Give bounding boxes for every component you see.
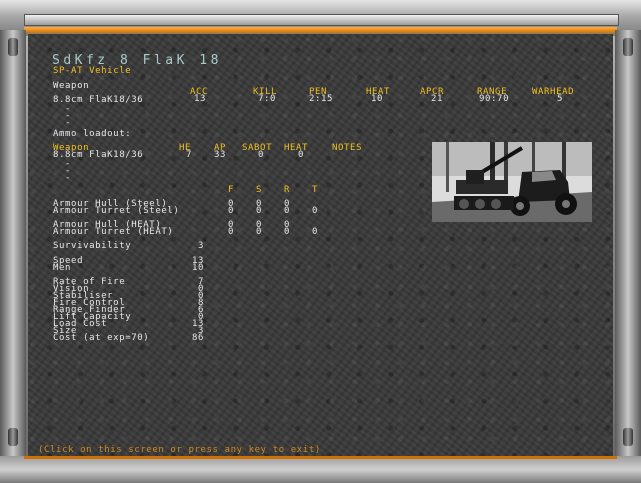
weapon-kill: 7:0 bbox=[258, 94, 277, 104]
men-label: Men bbox=[53, 263, 72, 273]
armour-value: 0 bbox=[228, 206, 235, 216]
weapon-slot-empty: - bbox=[65, 118, 72, 128]
armour-row-label: Armour Turret (HEAT) bbox=[53, 227, 174, 237]
rivet-icon bbox=[8, 38, 18, 56]
survivability-value: 3 bbox=[197, 241, 204, 251]
armour-col-side: S bbox=[256, 185, 263, 195]
top-accent-stripe bbox=[24, 27, 617, 33]
armour-value: 0 bbox=[284, 227, 291, 237]
right-rail bbox=[615, 30, 641, 458]
armour-col-front: F bbox=[228, 185, 235, 195]
armour-col-top: T bbox=[312, 185, 319, 195]
bottom-bar bbox=[0, 456, 641, 483]
ammo-label: Ammo loadout: bbox=[53, 129, 132, 139]
armour-value: 0 bbox=[256, 206, 263, 216]
ammo-heat: 0 bbox=[298, 150, 305, 160]
ammo-col-notes: NOTES bbox=[332, 143, 363, 153]
ammo-sabot: 0 bbox=[258, 150, 265, 160]
bottom-accent-stripe bbox=[24, 456, 617, 459]
exit-hint[interactable]: (Click on this screen or press any key t… bbox=[38, 446, 321, 455]
weapon-acc: 13 bbox=[194, 94, 207, 104]
armour-value: 0 bbox=[256, 227, 263, 237]
ammo-slot-empty: - bbox=[65, 173, 72, 183]
vehicle-photo-icon bbox=[432, 142, 592, 222]
rivet-icon bbox=[623, 428, 633, 446]
unit-type: SP-AT Vehicle bbox=[53, 66, 132, 76]
armour-row-label: Armour Turret (Steel) bbox=[53, 206, 180, 216]
rivet-icon bbox=[623, 38, 633, 56]
survivability-label: Survivability bbox=[53, 241, 132, 251]
weapon-apcr: 21 bbox=[431, 94, 444, 104]
left-rail bbox=[0, 30, 26, 458]
armour-col-rear: R bbox=[284, 185, 291, 195]
rivet-icon bbox=[8, 428, 18, 446]
armour-value: 0 bbox=[312, 227, 319, 237]
weapon-pen: 2:15 bbox=[309, 94, 334, 104]
ammo-col-heat: HEAT bbox=[284, 143, 309, 153]
weapon-label: Weapon bbox=[53, 81, 90, 91]
ammo-he: 7 bbox=[186, 150, 193, 160]
col-warhead: WARHEAD bbox=[532, 87, 575, 97]
vehicle-photo bbox=[432, 142, 592, 222]
men-value: 10 bbox=[191, 263, 204, 273]
stat-value: 86 bbox=[191, 333, 204, 343]
weapon-warhead: 5 bbox=[557, 94, 564, 104]
armour-value: 0 bbox=[228, 227, 235, 237]
weapon-heat: 10 bbox=[371, 94, 384, 104]
stat-label: Cost (at exp=70) bbox=[53, 333, 150, 343]
top-bar-inset bbox=[24, 14, 619, 26]
armour-value: 0 bbox=[312, 206, 319, 216]
weapon-range: 90:70 bbox=[479, 94, 510, 104]
ammo-ap: 33 bbox=[214, 150, 227, 160]
armour-value: 0 bbox=[284, 206, 291, 216]
